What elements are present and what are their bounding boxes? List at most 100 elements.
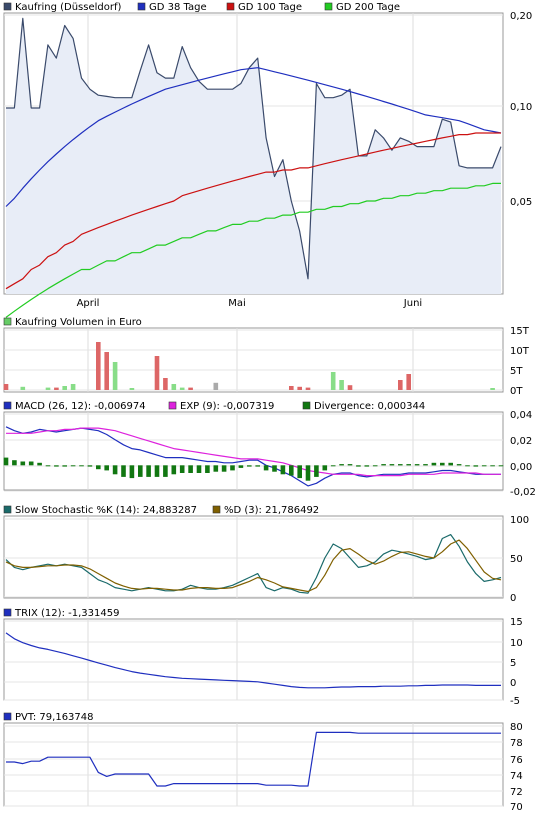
divergence-bar: [339, 464, 344, 466]
divergence-bar: [12, 460, 17, 466]
kaufring-volumen-in-euro-bar: [70, 384, 76, 390]
legend-swatch: [137, 2, 146, 11]
divergence-bar: [263, 465, 269, 471]
divergence-bar: [440, 462, 445, 466]
divergence-bar: [448, 462, 453, 466]
kaufring-volumen-in-euro-bar: [179, 387, 185, 390]
kaufring-volumen-in-euro-bar: [129, 388, 135, 390]
trix-panel: [3, 618, 504, 701]
divergence-bar: [138, 465, 143, 477]
divergence-bar: [490, 465, 495, 467]
kaufring-volumen-in-euro-bar: [171, 384, 177, 390]
divergence-bar: [45, 465, 51, 467]
divergence-bar: [104, 465, 109, 471]
divergence-bar: [280, 465, 286, 475]
divergence-bar: [96, 465, 101, 470]
legend-label: PVT: 79,163748: [15, 712, 94, 723]
kaufring-volumen-in-euro-bar: [406, 374, 411, 390]
divergence-bar: [70, 465, 76, 467]
divergence-bar: [431, 462, 437, 466]
legend-label: Divergence: 0,000344: [314, 401, 425, 412]
legend-label: EXP (9): -0,007319: [180, 401, 274, 412]
divergence-bar: [364, 465, 370, 467]
x-tick-label: Juni: [403, 298, 422, 309]
kaufring-volumen-in-euro-bar: [96, 342, 101, 390]
divergence-bar: [314, 465, 319, 477]
y-tick-label: 10: [510, 638, 523, 649]
divergence-bar: [356, 465, 361, 467]
legend-label: TRIX (12): -1,331459: [14, 608, 119, 619]
divergence-bar: [171, 465, 177, 475]
divergence-bar: [465, 465, 470, 467]
divergence-bar: [398, 464, 403, 466]
y-tick-label: 76: [510, 755, 523, 766]
divergence-bar: [230, 465, 235, 471]
trix-plot-area: [3, 618, 504, 701]
divergence-bar: [196, 465, 202, 473]
kaufring-volumen-in-euro-bar: [398, 380, 403, 390]
divergence-bar: [289, 465, 294, 476]
y-tick-label: 0,02: [510, 436, 532, 447]
legend-swatch: [168, 401, 177, 410]
y-tick-label: 0,04: [510, 410, 532, 421]
macd-plot-area: [3, 411, 504, 491]
macd-panel: [3, 411, 504, 492]
y-tick-label: 0,10: [510, 102, 532, 113]
divergence-bar: [456, 464, 462, 466]
legend-swatch: [3, 505, 12, 514]
y-tick-label: 0: [510, 593, 516, 604]
divergence-bar: [272, 465, 277, 472]
y-tick-label: 0,05: [510, 197, 532, 208]
legend-label: GD 38 Tage: [149, 2, 207, 13]
divergence-bar: [79, 465, 84, 467]
divergence-bar: [347, 464, 353, 466]
divergence-bar: [20, 461, 26, 466]
kaufring-volumen-in-euro-bar: [347, 385, 353, 390]
kaufring-volumen-in-euro-bar: [45, 387, 51, 390]
divergence-bar: [255, 465, 260, 467]
divergence-bar: [322, 465, 328, 471]
divergence-bar: [423, 464, 428, 466]
legend-swatch: [212, 505, 221, 514]
y-tick-label: 10T: [510, 346, 530, 357]
y-tick-label: 0: [510, 678, 516, 689]
price-panel: [3, 12, 504, 318]
legend-swatch: [226, 2, 235, 11]
divergence-bar: [112, 465, 118, 475]
legend-swatch: [302, 401, 311, 410]
kaufring-volumen-in-euro-bar: [490, 388, 495, 390]
legend-label: GD 200 Tage: [336, 2, 400, 13]
divergence-bar: [372, 465, 378, 467]
volume-plot-area: [3, 327, 504, 393]
y-tick-label: 100: [510, 515, 529, 526]
divergence-bar: [163, 465, 168, 477]
legend-label: GD 100 Tage: [238, 2, 302, 13]
divergence-bar: [37, 462, 42, 466]
divergence-bar: [87, 465, 93, 467]
divergence-bar: [154, 465, 160, 477]
kaufring-volumen-in-euro-bar: [20, 386, 26, 390]
kaufring-volumen-in-euro-bar: [188, 387, 193, 390]
y-tick-label: 0,20: [510, 11, 532, 22]
legend-label: MACD (26, 12): -0,006974: [15, 401, 146, 412]
kaufring-volumen-in-euro-bar: [3, 384, 9, 390]
legend-label: %D (3): 21,786492: [224, 505, 319, 516]
x-tick-label: April: [77, 298, 100, 309]
divergence-bar: [297, 465, 302, 479]
y-tick-label: 15T: [510, 326, 530, 337]
kaufring-volumen-in-euro-bar: [339, 380, 344, 390]
divergence-bar: [414, 464, 420, 466]
kaufring-volumen-in-euro-bar: [305, 387, 311, 390]
divergence-bar: [121, 465, 126, 477]
legend-swatch: [3, 608, 12, 617]
legend-swatch: [3, 317, 12, 326]
kaufring-volumen-in-euro-bar: [54, 387, 59, 390]
legend-label: Slow Stochastic %K (14): 24,883287: [15, 505, 197, 516]
legend-swatch: [3, 712, 12, 721]
stoch-panel: [3, 515, 504, 599]
divergence-bar: [54, 465, 59, 467]
kaufring-volumen-in-euro-bar: [104, 352, 109, 390]
legend-label: Kaufring Volumen in Euro: [15, 317, 142, 328]
divergence-bar: [406, 464, 411, 466]
divergence-bar: [247, 465, 252, 467]
